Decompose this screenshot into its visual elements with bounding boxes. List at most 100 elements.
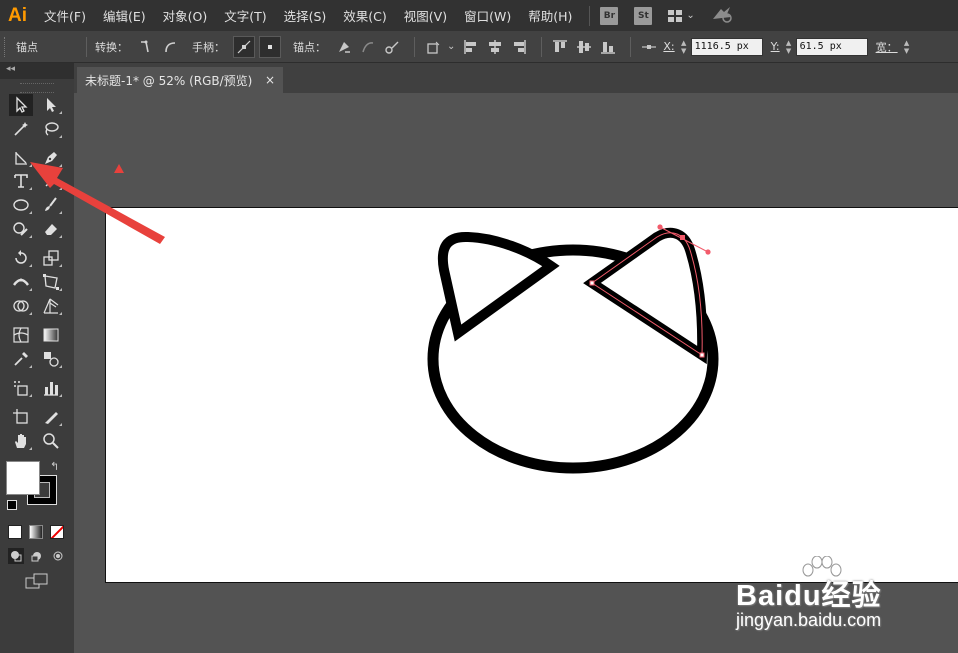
magic-wand-tool[interactable]: [9, 118, 33, 140]
eraser-tool[interactable]: [39, 218, 63, 240]
close-icon[interactable]: ×: [265, 73, 275, 87]
align-top-icon[interactable]: [550, 37, 570, 57]
rotate-tool[interactable]: [9, 247, 33, 269]
artboard-tool[interactable]: [9, 406, 33, 428]
watermark-url: jingyan.baidu.com: [736, 610, 882, 630]
menu-help[interactable]: 帮助(H): [528, 6, 572, 25]
align-vcenter-icon[interactable]: [574, 37, 594, 57]
fill-swatch[interactable]: [6, 461, 40, 495]
zoom-tool[interactable]: [39, 430, 63, 452]
chevron-down-icon[interactable]: ⌄: [447, 41, 455, 52]
screen-mode-icon[interactable]: [25, 573, 49, 589]
gpu-performance-icon[interactable]: [711, 5, 733, 27]
menu-select[interactable]: 选择(S): [284, 6, 327, 25]
width-spinner[interactable]: ▲ ▼: [902, 38, 912, 56]
swap-fill-stroke-icon[interactable]: ↰: [50, 460, 59, 473]
menu-bar: Ai 文件(F) 编辑(E) 对象(O) 文字(T) 选择(S) 效果(C) 视…: [0, 0, 958, 31]
tools-panel-grip[interactable]: [20, 83, 54, 93]
gradient-mode-button[interactable]: [29, 525, 43, 539]
gradient-tool[interactable]: [39, 324, 63, 346]
align-left-icon[interactable]: [461, 37, 481, 57]
selection-tool[interactable]: [9, 94, 33, 116]
direction-handle-point[interactable]: [705, 249, 711, 255]
divider: [630, 36, 632, 57]
symbol-sprayer-tool[interactable]: [9, 377, 33, 399]
anchor-point[interactable]: [589, 280, 595, 286]
shape-builder-tool[interactable]: [9, 295, 33, 317]
column-graph-tool[interactable]: [39, 377, 63, 399]
isolate-icon[interactable]: [423, 37, 443, 57]
line-tool[interactable]: [39, 170, 63, 192]
selected-anchor-point[interactable]: [680, 235, 685, 240]
default-colors-icon[interactable]: [7, 500, 17, 510]
document-tab-title: 未标题-1* @ 52% (RGB/预览): [85, 73, 253, 88]
direction-handle-point[interactable]: [657, 224, 663, 230]
perspective-grid-tool[interactable]: [39, 295, 63, 317]
remove-anchor-icon[interactable]: [334, 37, 354, 57]
handles-label: 手柄：: [192, 40, 225, 54]
convert-to-smooth-icon[interactable]: [160, 37, 180, 57]
menu-object[interactable]: 对象(O): [163, 6, 208, 25]
menu-divider: [589, 5, 591, 26]
workspace-layout-icon[interactable]: [668, 9, 683, 22]
shaper-tool[interactable]: [9, 218, 33, 240]
menu-window[interactable]: 窗口(W): [464, 6, 511, 25]
scale-tool[interactable]: [39, 247, 63, 269]
menu-type[interactable]: 文字(T): [224, 6, 266, 25]
bridge-button[interactable]: Br: [600, 6, 619, 25]
free-transform-tool[interactable]: [39, 271, 63, 293]
eyedropper-tool[interactable]: [9, 348, 33, 370]
anchor-point[interactable]: [699, 352, 705, 358]
tools-panel-header[interactable]: ◂◂: [0, 63, 74, 79]
width-tool[interactable]: [9, 271, 33, 293]
anchors-label: 锚点：: [293, 40, 326, 54]
direct-selection-tool[interactable]: [39, 94, 63, 116]
ellipse-tool[interactable]: [9, 194, 33, 216]
y-label: Y:: [770, 40, 780, 53]
divider: [541, 36, 543, 57]
pen-tool[interactable]: [39, 147, 63, 169]
align-hcenter-icon[interactable]: [485, 37, 505, 57]
document-tab-bar: 未标题-1* @ 52% (RGB/预览) ×: [74, 63, 958, 93]
convert-to-corner-icon[interactable]: [136, 37, 156, 57]
stock-button[interactable]: St: [634, 6, 653, 25]
divider: [414, 36, 415, 57]
y-position-field[interactable]: 61.5 px: [795, 37, 868, 56]
chevron-down-icon[interactable]: ⌄: [686, 10, 694, 21]
menu-view[interactable]: 视图(V): [404, 6, 447, 25]
menu-edit[interactable]: 编辑(E): [103, 6, 146, 25]
blend-tool[interactable]: [39, 348, 63, 370]
y-spinner[interactable]: ▲ ▼: [784, 38, 794, 56]
control-bar: 锚点 转换： 手柄： 锚点： ⌄ X: ▲ ▼ 1116.5 px Y: ▲ ▼…: [0, 31, 958, 63]
align-right-icon[interactable]: [509, 37, 529, 57]
reference-point-icon[interactable]: [639, 37, 659, 57]
paintbrush-tool[interactable]: [39, 194, 63, 216]
convert-label: 转换：: [95, 40, 128, 54]
app-logo: Ai: [8, 4, 27, 26]
slice-tool[interactable]: [39, 406, 63, 428]
none-mode-button[interactable]: [50, 525, 64, 539]
mesh-tool[interactable]: [9, 324, 33, 346]
color-mode-button[interactable]: [8, 525, 22, 539]
divider: [86, 36, 87, 57]
cut-path-icon[interactable]: [382, 37, 402, 57]
draw-inside-icon[interactable]: [50, 548, 66, 564]
line-segment-tool[interactable]: [9, 147, 33, 169]
show-handles-icon[interactable]: [233, 35, 255, 58]
menu-file[interactable]: 文件(F): [44, 6, 86, 25]
collapse-icon[interactable]: ◂◂: [6, 64, 15, 74]
draw-normal-icon[interactable]: [8, 548, 24, 564]
align-bottom-icon[interactable]: [598, 37, 618, 57]
draw-behind-icon[interactable]: [29, 548, 45, 564]
document-tab[interactable]: 未标题-1* @ 52% (RGB/预览) ×: [77, 67, 283, 93]
lasso-tool[interactable]: [39, 118, 63, 140]
x-position-field[interactable]: 1116.5 px: [690, 37, 763, 56]
hand-tool[interactable]: [9, 430, 33, 452]
x-spinner[interactable]: ▲ ▼: [679, 38, 689, 56]
control-bar-grip[interactable]: [4, 36, 8, 57]
connect-anchors-icon[interactable]: [358, 37, 378, 57]
type-tool[interactable]: [9, 170, 33, 192]
menu-effect[interactable]: 效果(C): [343, 6, 386, 25]
hide-handles-icon[interactable]: [259, 35, 281, 58]
watermark-brand: Baidu经验: [736, 580, 882, 612]
